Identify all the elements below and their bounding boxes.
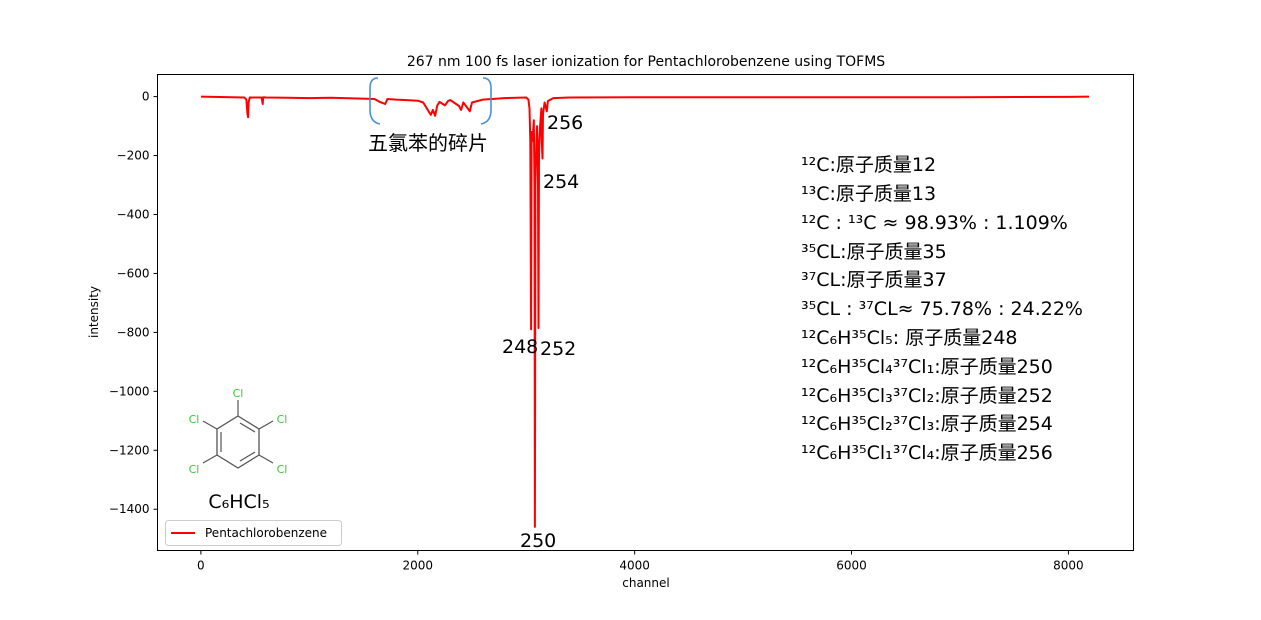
ring-double-bond <box>239 451 256 462</box>
isotope-line: ¹²C : ¹³C ≈ 98.93% : 1.109% <box>801 212 1068 234</box>
cl-bond <box>202 420 218 430</box>
chart-svg: 267 nm 100 fs laser ionization for Penta… <box>87 54 1134 590</box>
x-axis-label: channel <box>622 576 669 590</box>
x-tick-label: 4000 <box>619 559 650 573</box>
molecule-formula: C₆HCl₅ <box>208 491 269 513</box>
peak-label-250: 250 <box>520 530 556 552</box>
isotope-line: ³⁵CL : ³⁷CL≈ 75.78% : 24.22% <box>801 298 1083 320</box>
legend-label: Pentachlorobenzene <box>205 526 327 540</box>
isotope-line: ³⁵CL:原子质量35 <box>801 241 947 263</box>
y-tick-label: −600 <box>117 266 150 280</box>
y-tick-label: −400 <box>117 208 150 222</box>
y-tick-label: −800 <box>117 325 150 339</box>
peak-label-248: 248 <box>502 336 538 358</box>
cl-bond <box>258 420 274 430</box>
peak-label-254: 254 <box>543 171 579 193</box>
peak-label-252: 252 <box>540 338 576 360</box>
x-tick-label: 0 <box>197 559 205 573</box>
y-tick-label: −1000 <box>109 384 150 398</box>
isotope-line: ³⁷CL:原子质量37 <box>801 269 947 291</box>
fragment-annotation: 五氯苯的碎片 <box>368 131 488 155</box>
legend: Pentachlorobenzene <box>165 520 342 546</box>
y-tick-label: 0 <box>142 90 150 104</box>
isotope-line: ¹²C₆H³⁵Cl₃³⁷Cl₂:原子质量252 <box>801 385 1053 407</box>
fragment-brace <box>369 77 492 125</box>
y-axis-label: intensity <box>87 286 101 338</box>
chart-title: 267 nm 100 fs laser ionization for Penta… <box>407 54 885 70</box>
cl-atom-label: Cl <box>189 413 200 426</box>
cl-atom-label: Cl <box>233 387 244 400</box>
y-tick-label: −1400 <box>109 502 150 516</box>
x-tick-label: 8000 <box>1053 559 1084 573</box>
x-axis: 0 2000 4000 6000 8000 <box>197 550 1084 573</box>
isotope-line: ¹³C:原子质量13 <box>801 183 936 205</box>
x-tick-label: 6000 <box>836 559 867 573</box>
y-tick-label: −1200 <box>109 443 150 457</box>
benzene-ring <box>216 415 260 469</box>
isotope-line: ¹²C₆H³⁵Cl₂³⁷Cl₃:原子质量254 <box>801 413 1053 435</box>
y-axis: 0 −200 −400 −600 −800 −1000 −1200 −1400 <box>109 90 158 516</box>
molecule-structure: Cl Cl Cl Cl Cl <box>189 387 288 476</box>
isotope-line: ¹²C:原子质量12 <box>801 154 936 176</box>
y-tick-label: −200 <box>117 149 150 163</box>
peak-label-256: 256 <box>547 112 583 134</box>
cl-atom-label: Cl <box>277 413 288 426</box>
isotope-line: ¹²C₆H³⁵Cl₅: 原子质量248 <box>801 327 1018 349</box>
cl-atom-label: Cl <box>277 463 288 476</box>
ring-double-bond <box>239 422 256 433</box>
cl-bond <box>202 454 218 464</box>
isotope-line: ¹²C₆H³⁵Cl₁³⁷Cl₄:原子质量256 <box>801 442 1053 464</box>
cl-bond <box>258 454 274 464</box>
isotope-line: ¹²C₆H³⁵Cl₄³⁷Cl₁:原子质量250 <box>801 356 1053 378</box>
cl-atom-label: Cl <box>189 463 200 476</box>
x-tick-label: 2000 <box>402 559 433 573</box>
isotope-info: ¹²C:原子质量12 ¹³C:原子质量13 ¹²C : ¹³C ≈ 98.93%… <box>801 154 1083 464</box>
